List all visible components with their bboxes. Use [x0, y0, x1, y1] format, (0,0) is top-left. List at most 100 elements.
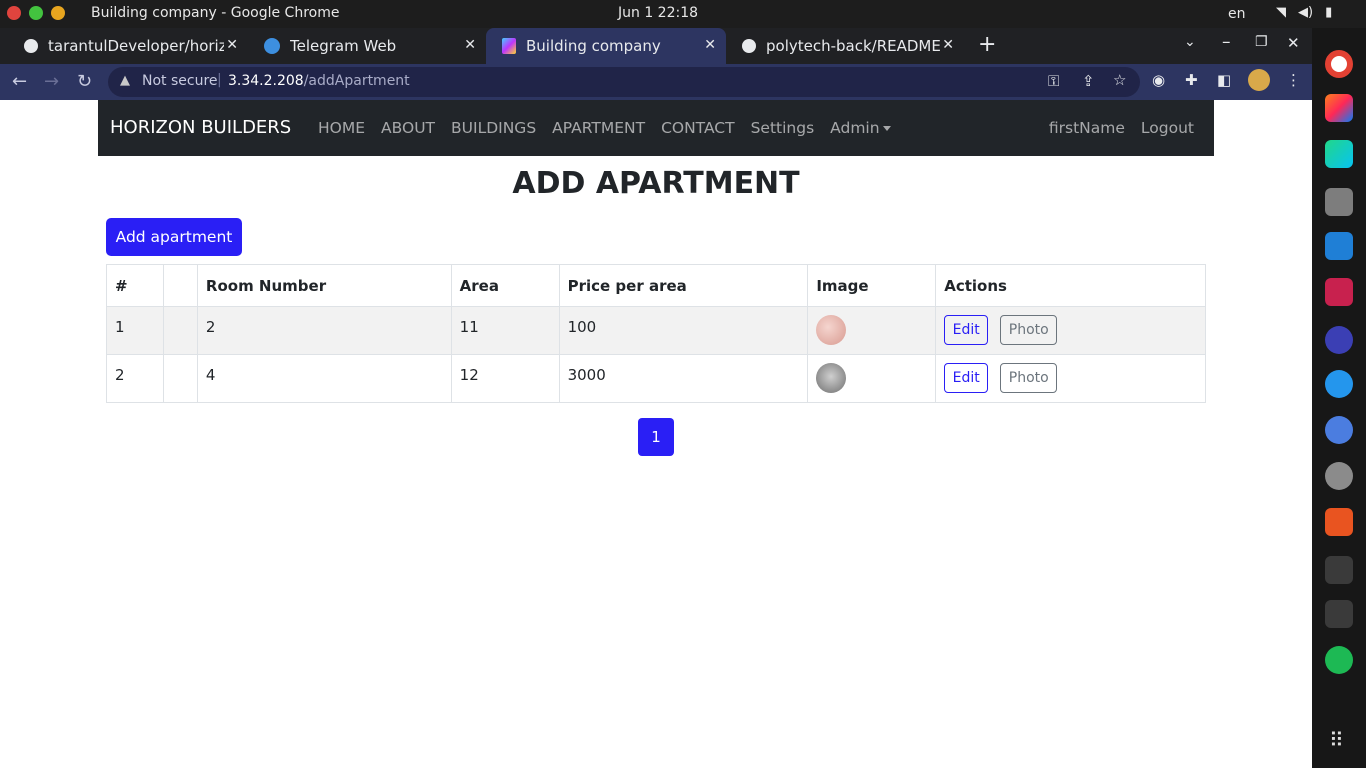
cell-image	[807, 306, 937, 355]
nav-contact[interactable]: CONTACT	[661, 119, 735, 137]
table-row: 2 4 12 3000 Edit Photo	[106, 354, 1206, 403]
nav-admin-dropdown[interactable]: Admin	[830, 119, 891, 137]
tab-title: Telegram Web	[290, 37, 397, 55]
webstorm-icon[interactable]	[1325, 140, 1353, 168]
divider: |	[217, 72, 222, 88]
url-text[interactable]: 3.34.2.208/addApartment	[228, 73, 410, 89]
extensions-puzzle-icon[interactable]: ✚	[1185, 71, 1198, 89]
files-icon[interactable]	[1325, 188, 1353, 216]
tab-search-chevron-icon[interactable]: ⌄	[1184, 34, 1196, 50]
cell-blank	[162, 354, 198, 403]
jetbrains-icon[interactable]	[1325, 278, 1353, 306]
cell-image	[807, 354, 937, 403]
chrome-icon[interactable]	[1325, 50, 1353, 78]
address-bar[interactable]: ▲ Not secure | 3.34.2.208/addApartment ⚿…	[108, 67, 1140, 97]
close-tab-icon[interactable]: ✕	[942, 37, 954, 53]
minimize-window-icon[interactable]	[51, 6, 65, 20]
tab-title: polytech-back/README.m	[766, 37, 942, 55]
spotify-icon[interactable]	[1325, 646, 1353, 674]
cell-price: 100	[558, 306, 809, 355]
terminal-icon[interactable]	[1325, 600, 1353, 628]
edit-button[interactable]: Edit	[944, 363, 989, 393]
tab-title: Building company	[526, 37, 661, 55]
system-monitor-icon[interactable]	[1325, 556, 1353, 584]
nav-home[interactable]: HOME	[318, 119, 365, 137]
volume-icon: ◀)	[1298, 5, 1314, 20]
key-icon[interactable]: ⚿	[1048, 72, 1059, 90]
bookmark-star-icon[interactable]: ☆	[1113, 71, 1126, 89]
settings-icon[interactable]	[1325, 462, 1353, 490]
wifi-icon: ◥	[1276, 5, 1286, 20]
new-tab-icon[interactable]: +	[978, 32, 996, 57]
cell-blank	[162, 306, 198, 355]
show-apps-icon[interactable]: ⠿	[1329, 728, 1344, 752]
photo-button[interactable]: Photo	[1000, 315, 1058, 345]
github-icon	[24, 39, 38, 53]
apartment-thumbnail[interactable]	[816, 315, 847, 345]
close-browser-icon[interactable]: ✕	[1287, 34, 1300, 52]
nav-settings[interactable]: Settings	[751, 119, 815, 137]
column-header: Image	[807, 264, 937, 307]
maximize-window-icon[interactable]	[29, 6, 43, 20]
battery-icon: ▮	[1325, 5, 1333, 20]
nav-logout[interactable]: Logout	[1141, 119, 1194, 137]
browser-tab[interactable]: polytech-back/README.m ✕	[726, 28, 964, 64]
back-icon[interactable]: ←	[12, 71, 27, 92]
nav-about[interactable]: ABOUT	[381, 119, 435, 137]
browser-tab[interactable]: Telegram Web ✕	[248, 28, 486, 64]
browser-tab[interactable]: tarantulDeveloper/horizo ✕	[8, 28, 248, 64]
extension-icon[interactable]: ◉	[1152, 71, 1165, 89]
nav-apartment[interactable]: APARTMENT	[552, 119, 645, 137]
minimize-icon[interactable]: –	[1222, 32, 1231, 52]
menu-kebab-icon[interactable]: ⋮	[1286, 71, 1301, 89]
vite-icon	[502, 38, 516, 54]
telegram-icon	[264, 38, 280, 54]
cell-area: 12	[450, 354, 560, 403]
close-tab-icon[interactable]: ✕	[464, 37, 476, 53]
forward-icon[interactable]: →	[44, 71, 59, 92]
keyboard-language[interactable]: en	[1228, 6, 1246, 22]
profile-avatar[interactable]	[1248, 69, 1270, 91]
vscode-icon[interactable]	[1325, 232, 1353, 260]
reload-icon[interactable]: ↻	[77, 71, 92, 92]
web-page: HORIZON BUILDERS HOME ABOUT BUILDINGS AP…	[0, 100, 1312, 768]
nav-username[interactable]: firstName	[1049, 119, 1125, 137]
close-window-icon[interactable]	[7, 6, 21, 20]
edit-button[interactable]: Edit	[944, 315, 989, 345]
cell-price: 3000	[558, 354, 809, 403]
site-brand[interactable]: HORIZON BUILDERS	[110, 117, 291, 138]
close-tab-icon[interactable]: ✕	[226, 37, 238, 53]
security-status[interactable]: Not secure	[142, 73, 218, 89]
url-host: 3.34.2.208	[228, 73, 304, 89]
docker-icon[interactable]	[1325, 370, 1353, 398]
system-tray[interactable]: ◥ ◀) ▮	[1276, 5, 1332, 20]
clock[interactable]: Jun 1 22:18	[618, 5, 698, 21]
browser-toolbar: ← → ↻ ▲ Not secure | 3.34.2.208/addApart…	[0, 64, 1312, 100]
side-panel-icon[interactable]: ◧	[1217, 71, 1231, 89]
table-header-row: # Room Number Area Price per area Image …	[106, 264, 1206, 307]
nav-admin-label: Admin	[830, 119, 880, 137]
nav-buildings[interactable]: BUILDINGS	[451, 119, 536, 137]
add-apartment-button[interactable]: Add apartment	[106, 218, 242, 256]
column-header: Room Number	[196, 264, 452, 307]
column-header	[162, 264, 198, 307]
page-title: ADD APARTMENT	[512, 166, 800, 201]
browser-tab-strip: tarantulDeveloper/horizo ✕ Telegram Web …	[0, 28, 1312, 64]
intellij-icon[interactable]	[1325, 94, 1353, 122]
nav-links: HOME ABOUT BUILDINGS APARTMENT CONTACT S…	[318, 119, 891, 137]
browser-tab-active[interactable]: Building company ✕	[486, 28, 726, 64]
apartments-table: # Room Number Area Price per area Image …	[106, 264, 1206, 403]
pagination-page-1[interactable]: 1	[638, 418, 674, 456]
eclipse-icon[interactable]	[1325, 326, 1353, 354]
app-store-icon[interactable]	[1325, 416, 1353, 444]
apartment-thumbnail[interactable]	[816, 363, 847, 393]
window-title: Building company - Google Chrome	[91, 5, 340, 21]
share-icon[interactable]: ⇪	[1082, 72, 1095, 90]
warning-icon[interactable]: ▲	[120, 73, 130, 88]
photo-button[interactable]: Photo	[1000, 363, 1058, 393]
caret-down-icon	[882, 126, 891, 131]
software-center-icon[interactable]	[1325, 508, 1353, 536]
restore-icon[interactable]: ❐	[1255, 34, 1268, 50]
close-tab-icon[interactable]: ✕	[704, 37, 716, 53]
column-header: Price per area	[558, 264, 809, 307]
